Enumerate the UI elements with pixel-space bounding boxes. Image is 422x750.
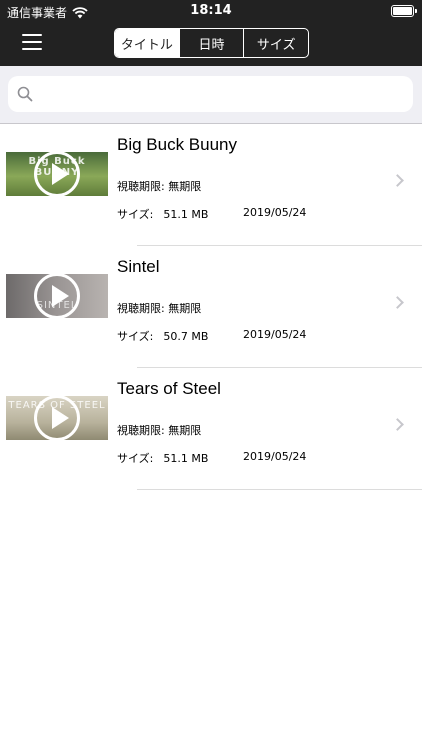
status-bar: 通信事業者 18:14 xyxy=(0,0,422,24)
size-label: サイズ: xyxy=(117,330,154,343)
video-date: 2019/05/24 xyxy=(243,450,307,463)
clock: 18:14 xyxy=(190,3,232,18)
video-date: 2019/05/24 xyxy=(243,328,307,341)
chevron-right-icon xyxy=(391,418,404,431)
file-size: サイズ: 51.1 MB xyxy=(117,450,208,466)
size-label: サイズ: xyxy=(117,208,154,221)
segment-size[interactable]: サイズ xyxy=(243,29,308,57)
size-value: 51.1 MB xyxy=(163,208,209,221)
play-icon[interactable] xyxy=(34,152,80,196)
play-icon[interactable] xyxy=(34,274,80,318)
segment-title[interactable]: タイトル xyxy=(115,29,179,57)
search-input[interactable] xyxy=(42,76,402,112)
file-size: サイズ: 51.1 MB xyxy=(117,206,208,222)
chevron-right-icon xyxy=(391,296,404,309)
play-icon[interactable] xyxy=(34,396,80,440)
segment-date[interactable]: 日時 xyxy=(178,29,244,57)
video-thumbnail: TEARS OF STEEL xyxy=(6,396,108,440)
hamburger-icon[interactable] xyxy=(22,34,44,52)
viewing-period: 視聴期限: 無期限 xyxy=(117,424,202,437)
size-value: 51.1 MB xyxy=(163,452,209,465)
video-title: Sintel xyxy=(117,257,160,276)
row-separator xyxy=(137,489,422,490)
video-row[interactable]: Big Buck BUNNY Big Buck Buuny 視聴期限: 無期限 … xyxy=(0,124,422,246)
magnifier-icon xyxy=(17,86,33,102)
file-size: サイズ: 50.7 MB xyxy=(117,328,208,344)
search-bar xyxy=(0,66,422,124)
video-date: 2019/05/24 xyxy=(243,206,307,219)
sort-segmented-control: タイトル 日時 サイズ xyxy=(114,28,309,58)
navigation-bar: 通信事業者 18:14 タイトル 日時 サイズ xyxy=(0,0,422,66)
search-field[interactable] xyxy=(8,76,413,112)
viewing-period: 視聴期限: 無期限 xyxy=(117,302,202,315)
video-title: Big Buck Buuny xyxy=(117,135,238,154)
video-list: Big Buck BUNNY Big Buck Buuny 視聴期限: 無期限 … xyxy=(0,124,422,490)
video-thumbnail: Big Buck BUNNY xyxy=(6,152,108,196)
size-value: 50.7 MB xyxy=(163,330,209,343)
video-row[interactable]: TEARS OF STEEL Tears of Steel 視聴期限: 無期限 … xyxy=(0,368,422,490)
chevron-right-icon xyxy=(391,174,404,187)
video-thumbnail: SINTEL xyxy=(6,274,108,318)
video-title: Tears of Steel xyxy=(117,379,221,398)
size-label: サイズ: xyxy=(117,452,154,465)
video-row[interactable]: SINTEL Sintel 視聴期限: 無期限 サイズ: 50.7 MB 2019… xyxy=(0,246,422,368)
viewing-period: 視聴期限: 無期限 xyxy=(117,180,202,193)
battery-icon xyxy=(391,5,417,17)
